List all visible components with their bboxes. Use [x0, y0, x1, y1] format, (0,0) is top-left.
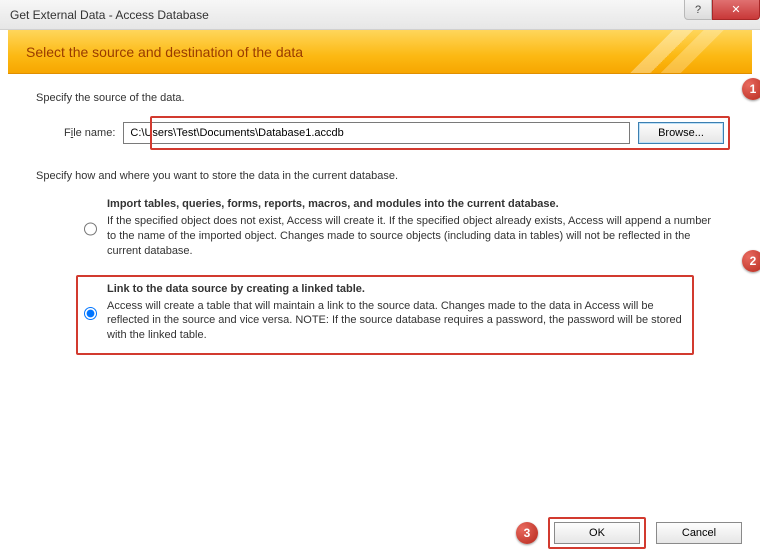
- option-import-title: Import tables, queries, forms, reports, …: [107, 198, 714, 210]
- radio-link[interactable]: [84, 284, 97, 344]
- option-import[interactable]: Import tables, queries, forms, reports, …: [78, 192, 724, 269]
- wizard-banner: Select the source and destination of the…: [8, 30, 752, 74]
- help-button[interactable]: ?: [684, 0, 712, 20]
- storage-options: Import tables, queries, forms, reports, …: [36, 192, 724, 355]
- source-prompt: Specify the source of the data.: [36, 92, 724, 104]
- option-link[interactable]: Link to the data source by creating a li…: [76, 275, 694, 356]
- annotation-highlight-3: OK: [548, 517, 646, 549]
- dialog-footer: 3 OK Cancel: [516, 517, 742, 549]
- close-button[interactable]: ✕: [712, 0, 760, 20]
- store-prompt: Specify how and where you want to store …: [36, 170, 724, 182]
- annotation-badge-2: 2: [742, 250, 760, 272]
- option-import-desc: If the specified object does not exist, …: [107, 214, 714, 259]
- file-name-input[interactable]: [123, 122, 630, 144]
- option-link-title: Link to the data source by creating a li…: [107, 283, 682, 295]
- cancel-button[interactable]: Cancel: [656, 522, 742, 544]
- dialog-content: Specify the source of the data. File nam…: [0, 74, 760, 355]
- browse-button[interactable]: Browse...: [638, 122, 724, 144]
- wizard-heading: Select the source and destination of the…: [26, 44, 303, 60]
- file-row: File name: Browse...: [64, 122, 724, 144]
- annotation-badge-3: 3: [516, 522, 538, 544]
- radio-import[interactable]: [84, 199, 97, 259]
- ok-button[interactable]: OK: [554, 522, 640, 544]
- titlebar: Get External Data - Access Database ? ✕: [0, 0, 760, 30]
- file-name-label: File name:: [64, 127, 115, 139]
- option-link-desc: Access will create a table that will mai…: [107, 299, 682, 344]
- window-title: Get External Data - Access Database: [10, 8, 209, 22]
- window-controls: ? ✕: [684, 0, 760, 22]
- annotation-badge-1: 1: [742, 78, 760, 100]
